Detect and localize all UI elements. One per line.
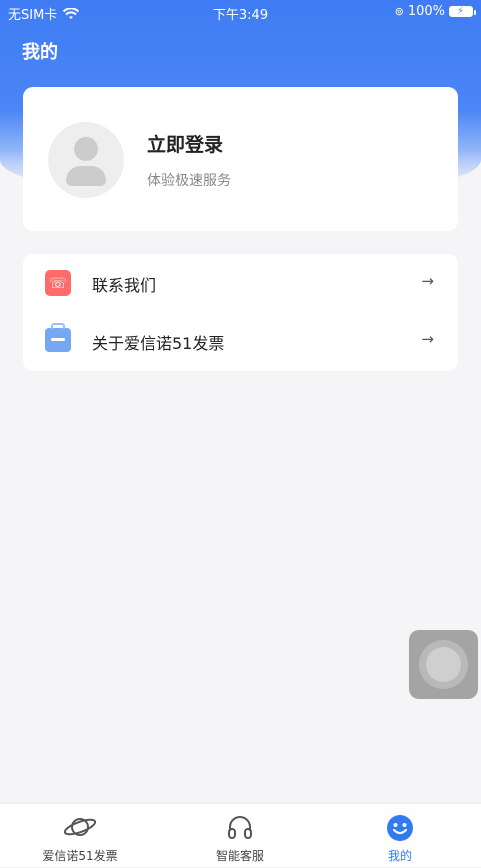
- login-subtitle: 体验极速服务: [147, 173, 231, 189]
- headset-icon: [228, 816, 252, 839]
- login-title[interactable]: 立即登录: [147, 130, 223, 157]
- tab-label: 智能客服: [215, 849, 264, 863]
- assistive-ring-inner: [426, 647, 461, 682]
- avatar-body-icon: [66, 166, 106, 186]
- menu-item-label: 联系我们: [92, 276, 157, 295]
- tab-home[interactable]: 爱信诺51发票: [0, 804, 160, 868]
- status-bar: 无SIM卡 下午3:49 ⊚ 100% ⚡: [0, 0, 481, 24]
- phone-icon: ☏: [45, 270, 71, 296]
- planet-icon: [63, 818, 97, 836]
- arrow-right-icon: →: [421, 272, 434, 290]
- smile-icon: [387, 815, 413, 841]
- tab-bar: 爱信诺51发票 智能客服 我的: [0, 803, 481, 867]
- menu-card: ☏ 联系我们 → 关于爱信诺51发票 →: [23, 254, 458, 371]
- avatar[interactable]: [48, 122, 124, 198]
- avatar-head-icon: [74, 137, 98, 161]
- tab-label: 爱信诺51发票: [42, 849, 118, 863]
- orientation-lock-icon: ⊚: [394, 5, 404, 18]
- menu-item-about[interactable]: 关于爱信诺51发票 →: [23, 312, 458, 370]
- battery-icon: ⚡: [449, 6, 476, 17]
- briefcase-icon: [45, 323, 71, 352]
- tab-label: 我的: [387, 849, 412, 863]
- menu-item-label: 关于爱信诺51发票: [92, 334, 225, 353]
- arrow-right-icon: →: [421, 330, 434, 348]
- menu-item-contact-us[interactable]: ☏ 联系我们 →: [23, 254, 458, 312]
- page-title: 我的: [22, 42, 58, 63]
- tab-customer-service[interactable]: 智能客服: [160, 804, 320, 868]
- battery-percent: 100%: [407, 4, 445, 19]
- profile-card[interactable]: 立即登录 体验极速服务: [23, 87, 458, 231]
- assistive-touch-button[interactable]: [409, 630, 478, 699]
- tab-mine[interactable]: 我的: [320, 804, 480, 868]
